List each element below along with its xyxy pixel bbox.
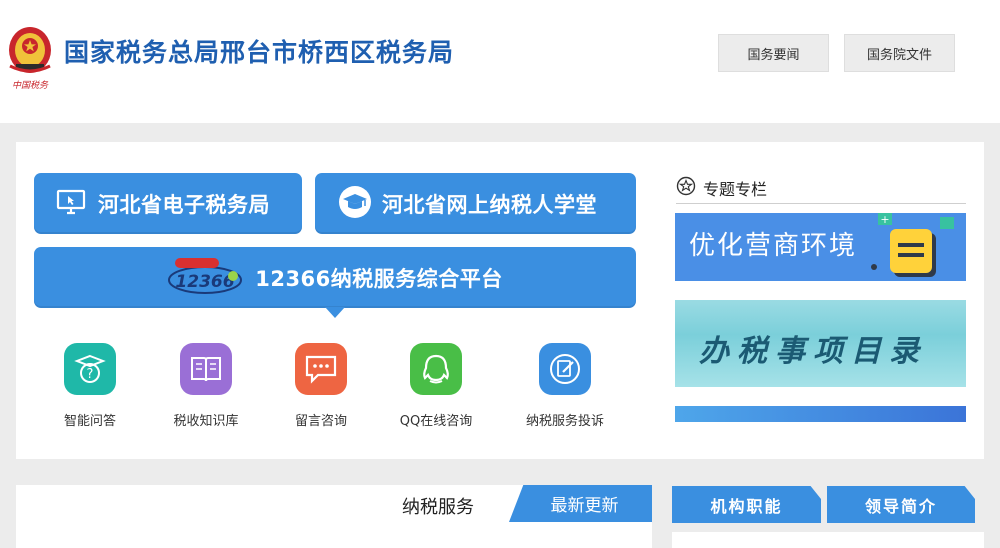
nav-state-news-button[interactable]: 国务要闻 <box>718 34 829 72</box>
logo-12366-icon: 12366 <box>167 254 243 302</box>
nav-state-council-docs-button[interactable]: 国务院文件 <box>844 34 955 72</box>
service-label: 税收知识库 <box>173 414 239 429</box>
service-label: QQ在线咨询 <box>399 414 473 429</box>
topics-header: 专题专栏 <box>676 172 966 204</box>
qq-icon <box>410 343 462 395</box>
banner-tax-items-catalog[interactable]: 办税事项目录 <box>675 300 966 387</box>
tax-service-title: 纳税服务 <box>402 497 474 518</box>
logo-12366-text: 12366 <box>176 272 235 292</box>
etax-bureau-label: 河北省电子税务局 <box>98 192 270 217</box>
latest-updates-tab[interactable]: 最新更新 <box>509 485 652 522</box>
etax-bureau-button[interactable]: 河北省电子税务局 <box>34 173 302 234</box>
leadership-intro-button[interactable]: 领导简介 <box>827 486 975 523</box>
service-knowledge-base[interactable]: 税收知识库 <box>151 343 261 429</box>
banner-label: 优化营商环境 <box>689 231 858 261</box>
service-platform-12366-button[interactable]: 12366 12366纳税服务综合平台 <box>34 247 636 308</box>
complaint-icon <box>539 343 591 395</box>
banner-label: 办税事项目录 <box>699 334 927 369</box>
service-complaint[interactable]: 纳税服务投诉 <box>510 343 620 429</box>
emblem-caption: 中国税务 <box>12 80 49 91</box>
question-icon: ? <box>64 343 116 395</box>
graduation-cap-icon <box>338 185 372 223</box>
org-functions-button[interactable]: 机构职能 <box>672 486 821 523</box>
site-title: 国家税务总局邢台市桥西区税务局 <box>64 38 455 67</box>
service-label: 智能问答 <box>63 414 116 429</box>
tax-emblem-logo[interactable]: 中国税务 <box>4 22 56 92</box>
service-message-consult[interactable]: 留言咨询 <box>266 343 376 429</box>
star-icon <box>676 176 696 200</box>
message-icon <box>295 343 347 395</box>
svg-text:+: + <box>880 213 889 226</box>
folder-illustration-icon: + <box>871 213 954 277</box>
service-label: 留言咨询 <box>294 414 347 429</box>
book-icon <box>180 343 232 395</box>
service-qq-consult[interactable]: QQ在线咨询 <box>381 343 491 429</box>
right-panel <box>672 532 984 548</box>
topics-title: 专题专栏 <box>703 179 768 199</box>
service-platform-label: 12366纳税服务综合平台 <box>255 266 503 291</box>
banner-third-partial[interactable] <box>675 406 966 422</box>
service-smart-qa[interactable]: ? 智能问答 <box>35 343 145 429</box>
service-label: 纳税服务投诉 <box>525 414 604 429</box>
banner-business-environment[interactable]: 优化营商环境 + <box>675 213 966 281</box>
taxpayer-school-button[interactable]: 河北省网上纳税人学堂 <box>315 173 636 234</box>
svg-text:?: ? <box>87 367 94 382</box>
panel-pointer <box>325 307 345 318</box>
monitor-icon <box>56 189 86 219</box>
taxpayer-school-label: 河北省网上纳税人学堂 <box>382 192 597 217</box>
